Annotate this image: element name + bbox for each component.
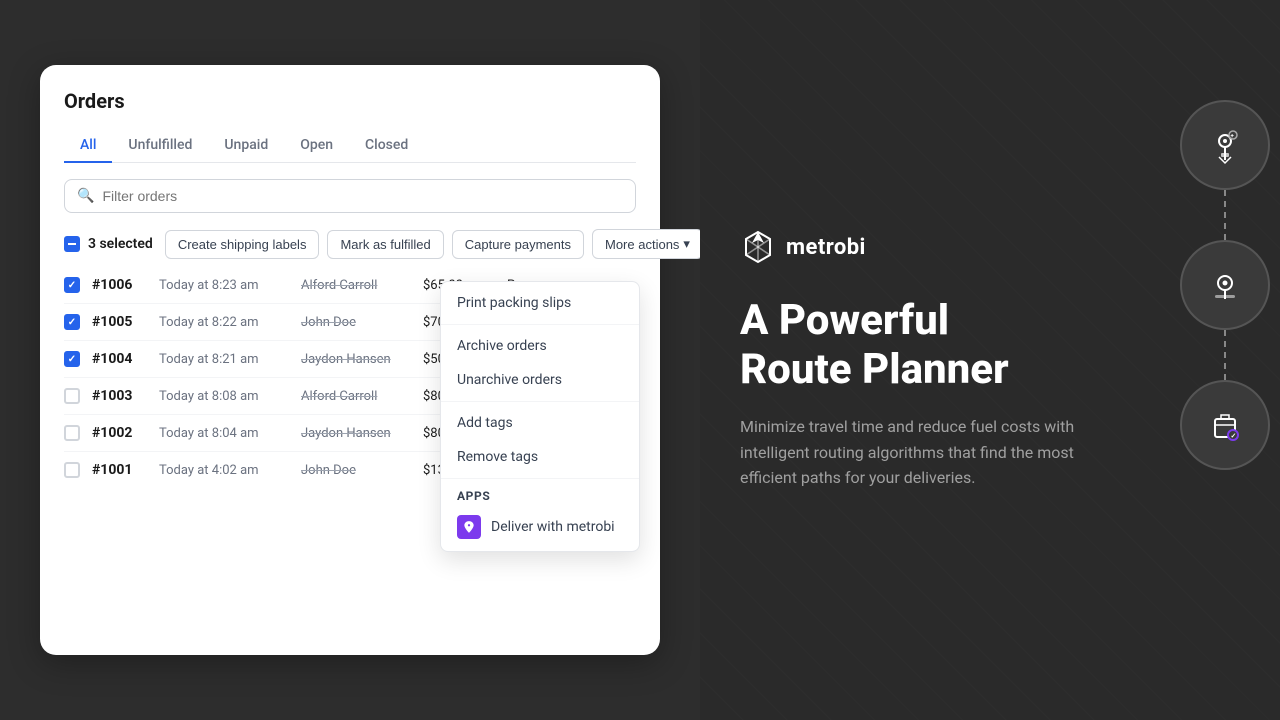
order-id: #1002 — [92, 425, 147, 441]
metrobi-app-icon — [457, 515, 481, 539]
capture-payments-btn[interactable]: Capture payments — [452, 230, 584, 259]
more-actions-dropdown: Print packing slips Archive orders Unarc… — [440, 281, 640, 552]
more-actions-btn[interactable]: More actions ▾ — [592, 229, 703, 259]
metrobi-icon-svg — [462, 520, 476, 534]
metrobi-logo: metrobi — [740, 229, 866, 265]
order-customer: John Doe — [301, 315, 411, 330]
mark-fulfilled-btn[interactable]: Mark as fulfilled — [327, 230, 443, 259]
order-customer: Jaydon Hansen — [301, 426, 411, 441]
dropdown-divider — [441, 401, 639, 402]
row-checkbox-1005[interactable] — [64, 314, 80, 330]
dropdown-item-archive[interactable]: Archive orders — [441, 329, 639, 363]
tab-unpaid[interactable]: Unpaid — [208, 129, 284, 163]
order-time: Today at 8:08 am — [159, 389, 289, 404]
dropdown-item-remove-tags[interactable]: Remove tags — [441, 440, 639, 474]
orders-title: Orders — [64, 89, 636, 113]
row-checkbox-1006[interactable] — [64, 277, 80, 293]
dropdown-item-metrobi[interactable]: Deliver with metrobi — [441, 507, 639, 547]
pin-icon: + — [1205, 125, 1245, 165]
order-id: #1005 — [92, 314, 147, 330]
hero-description: Minimize travel time and reduce fuel cos… — [740, 414, 1080, 491]
tab-closed[interactable]: Closed — [349, 129, 424, 163]
tab-all[interactable]: All — [64, 129, 112, 163]
logo-text: metrobi — [786, 235, 866, 260]
svg-text:✓: ✓ — [1231, 432, 1237, 440]
dropdown-item-print[interactable]: Print packing slips — [441, 286, 639, 320]
dropdown-divider — [441, 324, 639, 325]
circle-mid — [1180, 240, 1270, 330]
circle-bot: ✓ — [1180, 380, 1270, 470]
dropdown-section-apps: APPS — [441, 483, 639, 507]
order-customer: Alford Carroll — [301, 278, 411, 293]
order-customer: Jaydon Hansen — [301, 352, 411, 367]
circle-top: + — [1180, 100, 1270, 190]
action-bar: 3 selected Create shipping labels Mark a… — [64, 229, 636, 259]
tab-unfulfilled[interactable]: Unfulfilled — [112, 129, 208, 163]
order-id: #1004 — [92, 351, 147, 367]
dropdown-item-add-tags[interactable]: Add tags — [441, 406, 639, 440]
dropdown-item-unarchive[interactable]: Unarchive orders — [441, 363, 639, 397]
map-icon — [1205, 265, 1245, 305]
chevron-down-icon: ▾ — [683, 236, 690, 252]
order-time: Today at 8:22 am — [159, 315, 289, 330]
search-input[interactable] — [102, 188, 623, 204]
hero-title: A PowerfulRoute Planner — [740, 297, 1009, 394]
order-customer: Alford Carroll — [301, 389, 411, 404]
order-time: Today at 8:04 am — [159, 426, 289, 441]
dashed-line-1 — [1224, 190, 1226, 240]
row-checkbox-1001[interactable] — [64, 462, 80, 478]
create-shipping-btn[interactable]: Create shipping labels — [165, 230, 320, 259]
order-time: Today at 4:02 am — [159, 463, 289, 478]
left-panel: Orders All Unfulfilled Unpaid Open Close… — [0, 0, 700, 720]
order-id: #1006 — [92, 277, 147, 293]
orders-card: Orders All Unfulfilled Unpaid Open Close… — [40, 65, 660, 655]
metrobi-logo-icon — [740, 229, 776, 265]
deliver-metrobi-label: Deliver with metrobi — [491, 519, 615, 535]
row-checkbox-1002[interactable] — [64, 425, 80, 441]
tabs-container: All Unfulfilled Unpaid Open Closed — [64, 129, 636, 163]
dropdown-divider — [441, 478, 639, 479]
order-time: Today at 8:23 am — [159, 278, 289, 293]
right-panel: + ✓ — [700, 0, 1280, 720]
search-icon: 🔍 — [77, 188, 94, 204]
decorative-circles: + ✓ — [1150, 80, 1280, 580]
box-icon: ✓ — [1205, 405, 1245, 445]
metrobi-logo-svg — [740, 229, 776, 265]
search-bar: 🔍 — [64, 179, 636, 213]
selected-count-label: 3 selected — [88, 236, 153, 252]
row-checkbox-1003[interactable] — [64, 388, 80, 404]
tab-open[interactable]: Open — [284, 129, 349, 163]
order-customer: John Doe — [301, 463, 411, 478]
select-all-checkbox[interactable] — [64, 236, 80, 252]
order-id: #1003 — [92, 388, 147, 404]
dashed-line-2 — [1224, 330, 1226, 380]
order-id: #1001 — [92, 462, 147, 478]
row-checkbox-1004[interactable] — [64, 351, 80, 367]
order-time: Today at 8:21 am — [159, 352, 289, 367]
